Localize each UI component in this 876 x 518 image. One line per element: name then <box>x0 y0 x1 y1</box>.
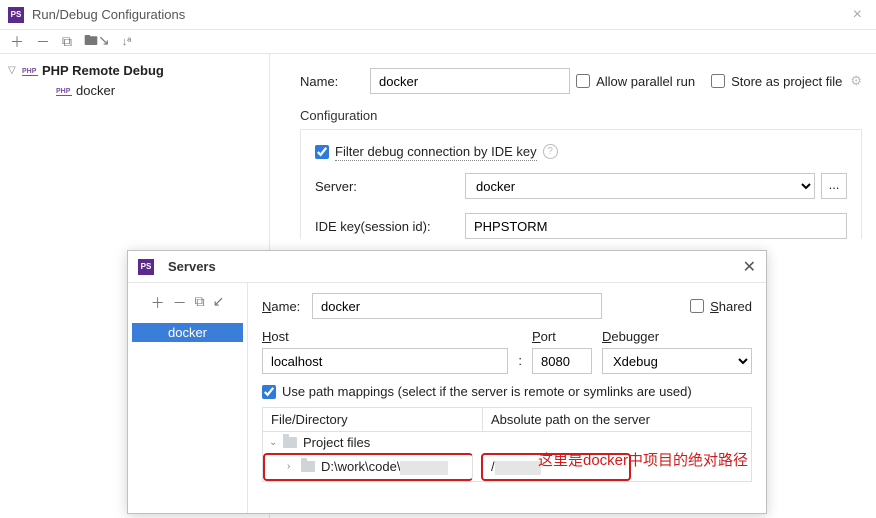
close-icon[interactable]: ✕ <box>743 257 756 277</box>
host-port-debugger-row: Host : Port Debugger Xdebug <box>262 329 752 374</box>
colon-separator: : <box>518 353 522 374</box>
tree-label: PHP Remote Debug <box>42 63 164 78</box>
php-icon: PHP <box>22 65 38 76</box>
folder-icon <box>301 461 315 472</box>
chevron-right-icon[interactable]: › <box>287 461 297 472</box>
store-file-checkbox[interactable] <box>711 74 725 88</box>
save-template-icon[interactable]: 🖿↘ <box>84 30 110 54</box>
column-absolute-path: Absolute path on the server <box>483 408 658 431</box>
column-file-directory: File/Directory <box>263 408 483 431</box>
sort-icon[interactable]: ↓ª <box>122 36 132 48</box>
tree-label: docker <box>76 83 115 98</box>
debugger-label: Debugger <box>602 329 752 344</box>
ide-key-input[interactable] <box>465 213 847 239</box>
allow-parallel-label: Allow parallel run <box>596 74 695 89</box>
name-label: Name: <box>300 74 370 89</box>
folder-icon <box>283 437 297 448</box>
port-input[interactable] <box>532 348 592 374</box>
host-input[interactable] <box>262 348 508 374</box>
window-header: PS Run/Debug Configurations × <box>0 0 876 30</box>
host-label: Host <box>262 329 508 344</box>
name-input[interactable] <box>370 68 570 94</box>
debugger-select[interactable]: Xdebug <box>602 348 752 374</box>
port-label: Port <box>532 329 592 344</box>
path-mappings-table: File/Directory Absolute path on the serv… <box>262 407 752 482</box>
remove-icon[interactable]: － <box>173 293 187 313</box>
servers-list-panel: ＋ － ⧉ ↙ docker <box>128 283 248 513</box>
project-files-label: Project files <box>303 435 370 450</box>
php-icon: PHP <box>56 85 72 96</box>
shared-checkbox[interactable] <box>690 299 704 313</box>
ide-key-label: IDE key(session id): <box>315 219 465 234</box>
annotation-text: 这里是docker中项目的绝对路径 <box>538 449 748 470</box>
chevron-down-icon[interactable]: ⌄ <box>269 437 279 448</box>
gear-icon[interactable]: ⚙ <box>850 73 862 89</box>
servers-dialog-title: Servers <box>168 259 743 274</box>
copy-icon[interactable]: ⧉ <box>195 293 205 313</box>
add-icon[interactable]: ＋ <box>151 293 165 313</box>
filter-ide-key-checkbox[interactable] <box>315 145 329 159</box>
server-name-input[interactable] <box>312 293 602 319</box>
remove-icon[interactable]: － <box>36 32 50 52</box>
configuration-section-title: Configuration <box>300 108 862 123</box>
tree-node-php-remote-debug[interactable]: ▽ PHP PHP Remote Debug <box>4 60 265 80</box>
phpstorm-logo: PS <box>138 259 154 275</box>
copy-icon[interactable]: ⧉ <box>62 33 72 50</box>
window-title: Run/Debug Configurations <box>32 7 847 22</box>
server-list-item-docker[interactable]: docker <box>132 323 243 342</box>
server-name-label: Name: <box>262 299 312 314</box>
allow-parallel-checkbox[interactable] <box>576 74 590 88</box>
servers-form: Name: Shared Host : Port Debugger <box>248 283 766 513</box>
import-icon[interactable]: ↙ <box>213 293 225 313</box>
use-path-mappings-checkbox[interactable] <box>262 385 276 399</box>
phpstorm-logo: PS <box>8 7 24 23</box>
servers-dialog-header: PS Servers ✕ <box>128 251 766 283</box>
help-icon[interactable]: ? <box>543 144 558 159</box>
add-icon[interactable]: ＋ <box>10 32 24 52</box>
config-toolbar: ＋ － ⧉ 🖿↘ ↓ª <box>0 30 876 54</box>
close-icon[interactable]: × <box>847 6 868 24</box>
servers-dialog: PS Servers ✕ ＋ － ⧉ ↙ docker Name: Shared <box>127 250 767 514</box>
shared-label: Shared <box>710 299 752 314</box>
store-file-label: Store as project file <box>731 74 842 89</box>
server-browse-button[interactable]: ... <box>821 173 847 199</box>
tree-node-docker[interactable]: PHP docker <box>4 80 265 100</box>
local-path: D:\work\code\ <box>321 459 448 475</box>
server-select[interactable]: docker <box>465 173 815 199</box>
server-label: Server: <box>315 179 465 194</box>
use-path-mappings-label: Use path mappings (select if the server … <box>282 384 692 399</box>
chevron-down-icon[interactable]: ▽ <box>8 65 18 76</box>
filter-ide-key-label: Filter debug connection by IDE key <box>335 144 537 159</box>
configuration-section: Filter debug connection by IDE key ? Ser… <box>300 129 862 239</box>
